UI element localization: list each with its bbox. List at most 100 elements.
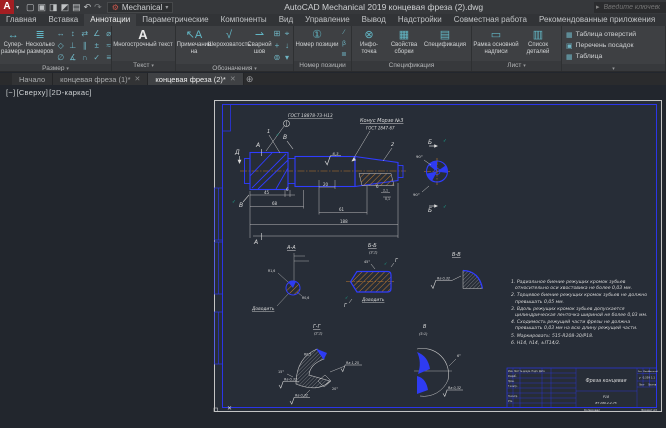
target-icon[interactable]: ⊚ xyxy=(272,52,282,64)
mtext-button[interactable]: А Многострочный текст xyxy=(113,27,173,61)
open-file-icon[interactable]: ▣ xyxy=(38,0,47,14)
visual-style-control[interactable]: [2D-каркас] xyxy=(49,88,92,97)
tolerance-dim-icon[interactable]: ± xyxy=(91,40,103,52)
info-point-button[interactable]: ⊗ Инфо-точка xyxy=(353,27,385,61)
plus-tool-icon[interactable]: + xyxy=(272,40,282,52)
angular-dim-icon[interactable]: ∠ xyxy=(91,28,103,40)
balloon-button[interactable]: ① Номер позиции xyxy=(295,27,339,61)
ribbon-tab-express[interactable]: Express Tools xyxy=(661,14,666,26)
leader-note-icon: ↖A xyxy=(186,28,203,42)
angle-90-top: 90° xyxy=(416,154,423,159)
tb-sheet: Лист xyxy=(639,384,645,387)
close-icon[interactable]: ✕ xyxy=(230,75,236,83)
file-tab-start[interactable]: Начало xyxy=(12,73,53,85)
baseline-dim-icon[interactable]: ⇄ xyxy=(79,28,91,40)
roughness-gg-1: Ra 1,25 xyxy=(346,361,359,365)
power-dimension-button[interactable]: ↔ Супер-размеры xyxy=(1,27,25,64)
viewport-menu-control[interactable]: [−] xyxy=(6,88,15,97)
view-scale-bb: (3:1) xyxy=(369,251,378,255)
roughness-value: 6,3 xyxy=(333,151,340,156)
ribbon-tab-upravlenie[interactable]: Управление xyxy=(299,14,355,26)
new-tab-button[interactable]: ⊕ xyxy=(244,73,256,85)
bom-icon: ▤ xyxy=(440,28,450,42)
bom-button[interactable]: ▤ Спецификация xyxy=(423,27,467,61)
multiple-dimensions-button[interactable]: ≣ Несколько размеров xyxy=(25,27,54,64)
panel-label-razmer[interactable]: Размер ▾ xyxy=(0,64,111,71)
hole-table-button[interactable]: ▦ Таблица отверстий xyxy=(566,29,636,40)
close-icon[interactable]: ✕ xyxy=(135,75,141,83)
linear-dim-icon[interactable]: ↔ xyxy=(55,28,67,40)
tb-row-prov: Пров. xyxy=(508,380,515,383)
position-1: 1 xyxy=(267,129,270,135)
view-control[interactable]: [Сверху] xyxy=(16,88,48,97)
angle-6: 6° xyxy=(457,354,461,358)
detail-mark-icon[interactable]: ⊞ xyxy=(272,28,282,40)
save-as-icon[interactable]: ◩ xyxy=(61,0,70,14)
datum-icon[interactable]: ↓ xyxy=(282,40,292,52)
balloon-icon: ① xyxy=(312,28,322,42)
check-dim-icon[interactable]: ✓ xyxy=(91,52,103,64)
title-border-button[interactable]: ▭ Рамка основной надписи xyxy=(473,27,519,61)
check-mark: ✓ xyxy=(384,261,387,266)
app-menu-caret-icon[interactable]: ▾ xyxy=(16,4,19,11)
note-1: 1. Радиальное биение режущих кромок зубь… xyxy=(511,280,658,292)
ribbon-tab-komponenty[interactable]: Компоненты xyxy=(215,14,273,26)
angle-15: 15° xyxy=(278,370,284,374)
beta-tool-icon[interactable]: β xyxy=(339,38,349,49)
note-5: 5. Маркировать: 515-R208-30/Р18. xyxy=(511,334,658,340)
arc-dim-icon[interactable]: ∡ xyxy=(67,52,79,64)
dim-r05: R0,5 xyxy=(304,353,311,357)
app-logo-icon[interactable]: A xyxy=(0,0,14,14)
list-tool-icon[interactable]: ≣ xyxy=(339,49,349,60)
panel-tekst: А Многострочный текст Текст ▾ xyxy=(112,26,176,71)
perpendicular-dim-icon[interactable]: ⊥ xyxy=(67,40,79,52)
panel-label-spec[interactable]: Спецификация xyxy=(352,61,471,71)
drawing-canvas[interactable]: [−] [Сверху] [2D-каркас] ✕ xyxy=(0,85,666,428)
undo-icon[interactable]: ↶ xyxy=(84,0,92,14)
search-input[interactable] xyxy=(602,3,662,12)
new-file-icon[interactable]: ▢ xyxy=(26,0,35,14)
radius-dim-icon[interactable]: ∅ xyxy=(55,52,67,64)
title-border-icon: ▭ xyxy=(491,28,501,42)
panel-label-tables[interactable]: ▾ xyxy=(562,64,665,71)
panel-label-list[interactable]: Лист ▾ xyxy=(472,61,561,71)
panel-label-nomer[interactable]: Номер позиции xyxy=(294,61,351,71)
help-search[interactable]: ▸ xyxy=(594,2,666,13)
weld-symbol-button[interactable]: ⇀ Сварной шов xyxy=(247,27,272,64)
leader-note-button[interactable]: ↖A Примечание на xyxy=(177,27,211,64)
section-letter-b-top: Б xyxy=(428,139,432,146)
ribbon-tab-rekomendovannye[interactable]: Рекомендованные приложения xyxy=(533,14,661,26)
fits-list-button[interactable]: ▣ Перечень посадок xyxy=(566,40,636,51)
file-tab-freza2[interactable]: концевая фреза (2)* ✕ xyxy=(148,73,243,85)
ribbon-tab-vyvod[interactable]: Вывод xyxy=(356,14,392,26)
ribbon-tab-sovmestnaya[interactable]: Совместная работа xyxy=(448,14,533,26)
ribbon-tab-vstavka[interactable]: Вставка xyxy=(42,14,84,26)
dim-61: 61 xyxy=(339,207,345,212)
panel-label-tekst[interactable]: Текст ▾ xyxy=(112,61,175,71)
chord-dim-icon[interactable]: ∩ xyxy=(79,52,91,64)
ribbon-tab-nadstroyki[interactable]: Надстройки xyxy=(392,14,448,26)
surface-texture-button[interactable]: √ Шероховатость xyxy=(211,27,247,64)
ribbon-tab-parametricheskie[interactable]: Параметрические xyxy=(136,14,214,26)
ribbon-tab-annotacii[interactable]: Аннотации xyxy=(84,14,136,26)
assembly-props-button[interactable]: ▦ Свойства сборки xyxy=(385,27,423,61)
parts-list-button[interactable]: ▥ Список деталей xyxy=(519,27,557,61)
titlebar: A ▾ ▢ ▣ ◨ ◩ ▤ ↶ ↷ ⚙ Mechanical ▾ AutoCAD… xyxy=(0,0,666,14)
redo-icon[interactable]: ↷ xyxy=(94,0,102,14)
table-button[interactable]: ▦ Таблица xyxy=(566,51,636,62)
ribbon-tab-vid[interactable]: Вид xyxy=(273,14,299,26)
plot-icon[interactable]: ▤ xyxy=(72,0,81,14)
slash-tool-icon[interactable]: ∕ xyxy=(339,27,349,38)
parallel-dim-icon[interactable]: ∥ xyxy=(79,40,91,52)
aligned-dim-icon[interactable]: ◇ xyxy=(55,40,67,52)
center-mark-icon[interactable]: ⌖ xyxy=(282,28,292,40)
surface-texture-icon: √ xyxy=(226,28,232,42)
view-title-vv: В-В xyxy=(452,252,461,258)
file-tab-freza1[interactable]: концевая фреза (1)* ✕ xyxy=(53,73,148,85)
panel-label-oboznacheniya[interactable]: Обозначения ▾ xyxy=(176,64,293,71)
save-icon[interactable]: ◨ xyxy=(49,0,58,14)
vertical-dim-icon[interactable]: ↕ xyxy=(67,28,79,40)
workspace-switcher[interactable]: ⚙ Mechanical ▾ xyxy=(107,2,174,13)
ribbon-tab-glavnaya[interactable]: Главная xyxy=(0,14,42,26)
more-caret-icon[interactable]: ▾ xyxy=(282,52,292,64)
